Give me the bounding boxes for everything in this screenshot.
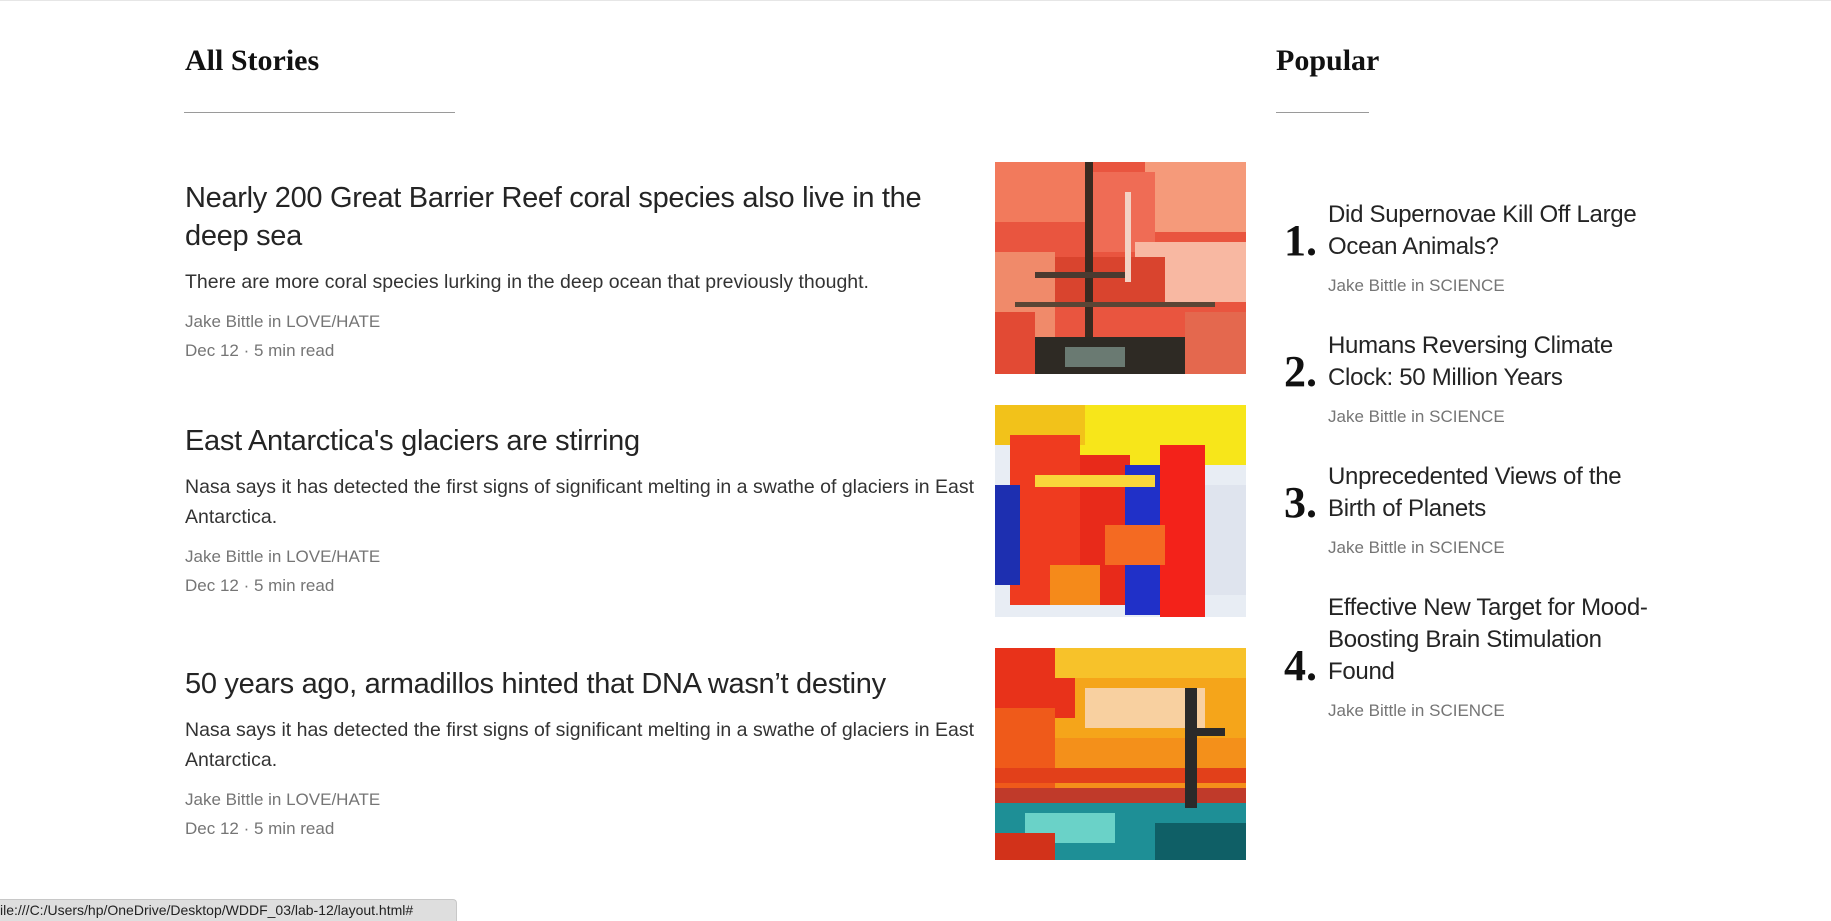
popular-title[interactable]: Effective New Target for Mood-Boosting B… (1328, 592, 1648, 688)
popular-body: Did Supernovae Kill Off Large Ocean Anim… (1328, 199, 1648, 297)
story-card[interactable]: East Antarctica's glaciers are stirring … (185, 405, 1246, 617)
popular-rank: 1. (1284, 216, 1317, 265)
all-stories-heading: All Stories (185, 44, 320, 77)
popular-body: Unprecedented Views of the Birth of Plan… (1328, 461, 1648, 559)
story-card[interactable]: Nearly 200 Great Barrier Reef coral spec… (185, 162, 1246, 374)
popular-meta[interactable]: Jake Bittle in SCIENCE (1328, 275, 1648, 297)
story-image[interactable] (995, 648, 1246, 860)
story-title[interactable]: Nearly 200 Great Barrier Reef coral spec… (185, 179, 975, 255)
story-text: Nearly 200 Great Barrier Reef coral spec… (185, 179, 975, 365)
popular-title[interactable]: Did Supernovae Kill Off Large Ocean Anim… (1328, 199, 1648, 263)
popular-rank: 4. (1284, 641, 1317, 690)
popular-body: Effective New Target for Mood-Boosting B… (1328, 592, 1648, 722)
story-image[interactable] (995, 162, 1246, 374)
story-card[interactable]: 50 years ago, armadillos hinted that DNA… (185, 648, 1246, 860)
browser-status-bar: ile:///C:/Users/hp/OneDrive/Desktop/WDDF… (0, 899, 457, 921)
story-description: Nasa says it has detected the first sign… (185, 719, 975, 771)
popular-rank: 3. (1284, 478, 1317, 527)
story-description: There are more coral species lurking in … (185, 271, 869, 293)
popular-heading: Popular (1276, 44, 1380, 77)
status-url: ile:///C:/Users/hp/OneDrive/Desktop/WDDF… (0, 902, 414, 918)
popular-body: Humans Reversing Climate Clock: 50 Milli… (1328, 330, 1648, 428)
story-image[interactable] (995, 405, 1246, 617)
story-description: Nasa says it has detected the first sign… (185, 476, 975, 528)
story-author[interactable]: Jake Bittle in LOVE/HATE (185, 307, 975, 336)
story-text: East Antarctica's glaciers are stirring … (185, 422, 975, 600)
story-author[interactable]: Jake Bittle in LOVE/HATE (185, 785, 975, 814)
story-title[interactable]: East Antarctica's glaciers are stirring (185, 422, 975, 460)
story-title[interactable]: 50 years ago, armadillos hinted that DNA… (185, 665, 975, 703)
popular-rank: 2. (1284, 347, 1317, 396)
popular-title[interactable]: Humans Reversing Climate Clock: 50 Milli… (1328, 330, 1648, 394)
popular-meta[interactable]: Jake Bittle in SCIENCE (1328, 700, 1648, 722)
story-text: 50 years ago, armadillos hinted that DNA… (185, 665, 975, 843)
popular-title[interactable]: Unprecedented Views of the Birth of Plan… (1328, 461, 1648, 525)
story-author[interactable]: Jake Bittle in LOVE/HATE (185, 542, 975, 571)
story-date: Dec 12 · 5 min read (185, 819, 335, 838)
top-border (0, 0, 1831, 1)
story-date: Dec 12 · 5 min read (185, 576, 335, 595)
story-date: Dec 12 · 5 min read (185, 341, 335, 360)
popular-underline (1276, 112, 1369, 113)
popular-meta[interactable]: Jake Bittle in SCIENCE (1328, 406, 1648, 428)
popular-meta[interactable]: Jake Bittle in SCIENCE (1328, 537, 1648, 559)
all-stories-underline (184, 112, 455, 113)
